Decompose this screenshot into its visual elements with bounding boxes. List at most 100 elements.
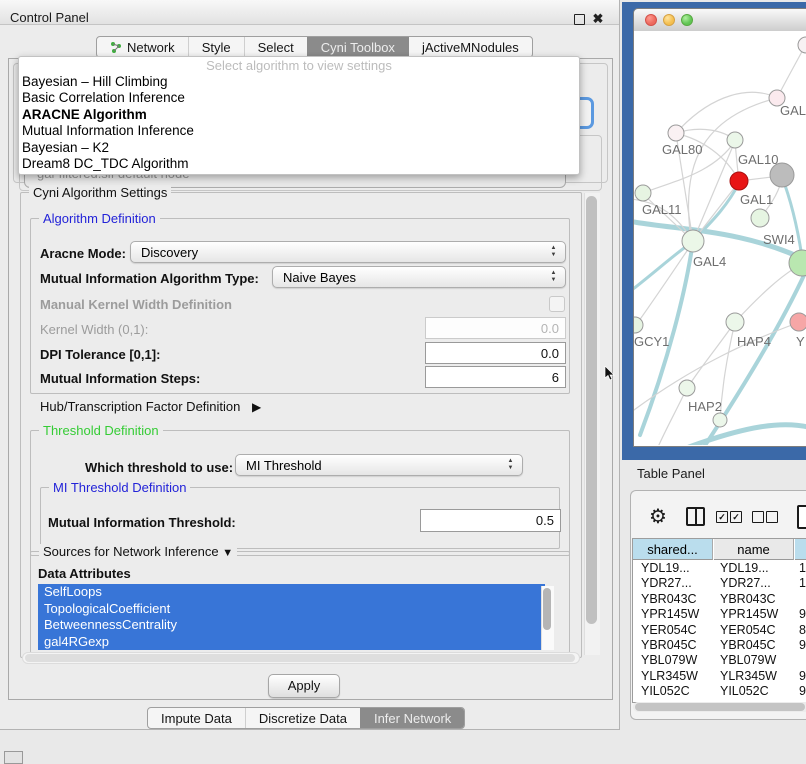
unchecked-box-icon[interactable] [752, 511, 764, 523]
column-header-shared-name[interactable]: shared... [633, 539, 713, 560]
settings-hscrollbar-thumb[interactable] [25, 654, 575, 662]
column-header-name[interactable]: name [714, 539, 794, 560]
triangle-down-icon: ▼ [222, 547, 233, 559]
tab-discretize-data[interactable]: Discretize Data [245, 708, 360, 728]
table-hscrollbar-thumb[interactable] [635, 703, 805, 711]
checked-box-icon[interactable]: ✓ [716, 511, 728, 523]
table-cell: YDR27... [641, 576, 721, 591]
mi-threshold-field[interactable]: 0.5 [420, 509, 561, 532]
table-row[interactable]: YPR145WYPR145W9. [633, 607, 806, 622]
unchecked-box-icon[interactable] [766, 511, 778, 523]
float-panel-icon[interactable] [574, 13, 586, 25]
network-node[interactable] [713, 413, 727, 427]
network-node[interactable] [751, 209, 769, 227]
table-row[interactable]: YLR345WYLR345W9. [633, 669, 806, 684]
close-panel-icon[interactable]: ✖ [592, 13, 604, 25]
network-node[interactable] [679, 380, 695, 396]
network-edge[interactable] [689, 425, 806, 445]
network-window-titlebar[interactable] [634, 9, 806, 32]
manual-kernel-width-checkbox[interactable] [549, 296, 565, 312]
network-node[interactable] [668, 125, 684, 141]
table-cell: YLR345W [641, 669, 721, 684]
table-row[interactable]: YDR27...YDR27...12 [633, 576, 806, 591]
tab-style[interactable]: Style [188, 37, 244, 57]
checked-box-icon[interactable]: ✓ [730, 511, 742, 523]
network-edge[interactable] [735, 265, 800, 322]
gear-icon[interactable]: ⚙ [649, 504, 667, 529]
network-edge[interactable] [676, 129, 735, 140]
mi-algorithm-type-combo[interactable]: Naive Bayes ▲▼ [272, 266, 566, 288]
which-threshold-combo[interactable]: MI Threshold ▲▼ [235, 454, 523, 476]
attribute-item[interactable]: SelfLoops [38, 584, 545, 601]
tab-cyni-toolbox[interactable]: Cyni Toolbox [307, 37, 408, 57]
table-cell: YER054C [641, 623, 721, 638]
table-cell: 9. [799, 669, 806, 684]
apply-button[interactable]: Apply [268, 674, 340, 698]
table-row[interactable]: YDL19...YDL19...13 [633, 561, 806, 576]
sources-title-wrap[interactable]: Sources for Network Inference ▼ [39, 544, 237, 559]
settings-hscrollbar-track[interactable] [22, 652, 580, 664]
table-row[interactable]: YBL079WYBL079W [633, 653, 806, 668]
network-node[interactable] [634, 317, 643, 333]
network-edge[interactable] [634, 243, 691, 293]
algorithm-option[interactable]: Bayesian – Hill Climbing [19, 74, 579, 90]
zoom-window-icon[interactable] [681, 14, 693, 26]
algorithm-option[interactable]: Basic Correlation Inference [19, 90, 579, 106]
column-header-partial[interactable] [795, 539, 806, 560]
function-builder-icon[interactable] [797, 505, 806, 529]
tab-select[interactable]: Select [244, 37, 307, 57]
hub-definition-toggle[interactable]: Hub/Transcription Factor Definition ▶ [40, 399, 261, 414]
network-node[interactable] [730, 172, 748, 190]
settings-vscrollbar-thumb[interactable] [586, 196, 597, 624]
table-row[interactable]: YIL052CYIL052C9 [633, 684, 806, 699]
algorithm-option[interactable]: Mutual Information Inference [19, 123, 579, 139]
algorithm-option[interactable]: Dream8 DC_TDC Algorithm [19, 156, 579, 172]
network-node[interactable] [682, 230, 704, 252]
network-node[interactable] [635, 185, 651, 201]
node-label: Y [796, 334, 805, 349]
dpi-tolerance-field[interactable]: 0.0 [425, 342, 566, 364]
chevron-updown-icon: ▲▼ [549, 245, 558, 259]
mouse-cursor [604, 366, 615, 382]
algorithm-option[interactable]: ARACNE Algorithm [19, 107, 579, 123]
attributes-vscrollbar-thumb[interactable] [543, 588, 551, 630]
network-view-window[interactable]: GALGAL80GAL10GAL1GAL11SWI4GAL4GCY1HAP4YH… [633, 8, 806, 447]
tab-infer-network[interactable]: Infer Network [360, 708, 464, 728]
collapsed-panel-icon[interactable] [4, 751, 23, 764]
cyni-bottom-tabbar: Impute Data Discretize Data Infer Networ… [147, 707, 465, 729]
tab-jactivemnodules[interactable]: jActiveMNodules [408, 37, 532, 57]
network-node[interactable] [726, 313, 744, 331]
columns-icon[interactable] [686, 507, 705, 526]
network-edge[interactable] [777, 46, 805, 98]
tab-network[interactable]: Network [97, 37, 188, 57]
attribute-item[interactable]: BetweennessCentrality [38, 617, 545, 634]
attribute-item[interactable]: TopologicalCoefficient [38, 601, 545, 618]
algorithm-option[interactable]: Bayesian – K2 [19, 140, 579, 156]
tab-cyni-toolbox-label: Cyni Toolbox [321, 40, 395, 55]
table-row[interactable]: YBR045CYBR045C9. [633, 638, 806, 653]
mi-steps-field[interactable]: 6 [425, 366, 566, 388]
attribute-item[interactable]: gal4RGexp [38, 634, 545, 651]
network-edge[interactable] [636, 245, 691, 325]
network-node[interactable] [727, 132, 743, 148]
network-edge[interactable] [676, 92, 777, 133]
kernel-width-label: Kernel Width (0,1): [40, 322, 148, 337]
cyni-algorithm-settings-title: Cyni Algorithm Settings [29, 185, 171, 200]
node-label: GCY1 [634, 334, 669, 349]
kernel-width-field[interactable]: 0.0 [425, 317, 566, 339]
table-row[interactable]: YBR043CYBR043C [633, 592, 806, 607]
network-node[interactable] [798, 37, 806, 53]
table-cell: 13 [799, 561, 806, 576]
tab-style-label: Style [202, 40, 231, 55]
network-edge[interactable] [658, 388, 687, 445]
close-window-icon[interactable] [645, 14, 657, 26]
tab-impute-data[interactable]: Impute Data [148, 708, 245, 728]
table-row[interactable]: YER054CYER054C8. [633, 623, 806, 638]
data-attributes-list[interactable]: SelfLoopsTopologicalCoefficientBetweenne… [38, 584, 553, 652]
table-hscrollbar-track[interactable] [633, 702, 806, 712]
network-node[interactable] [790, 313, 806, 331]
node-table[interactable]: shared... name YDL19...YDL19...13YDR27..… [632, 538, 806, 703]
network-canvas[interactable]: GALGAL80GAL10GAL1GAL11SWI4GAL4GCY1HAP4YH… [634, 31, 806, 445]
minimize-window-icon[interactable] [663, 14, 675, 26]
aracne-mode-combo[interactable]: Discovery ▲▼ [130, 241, 566, 263]
